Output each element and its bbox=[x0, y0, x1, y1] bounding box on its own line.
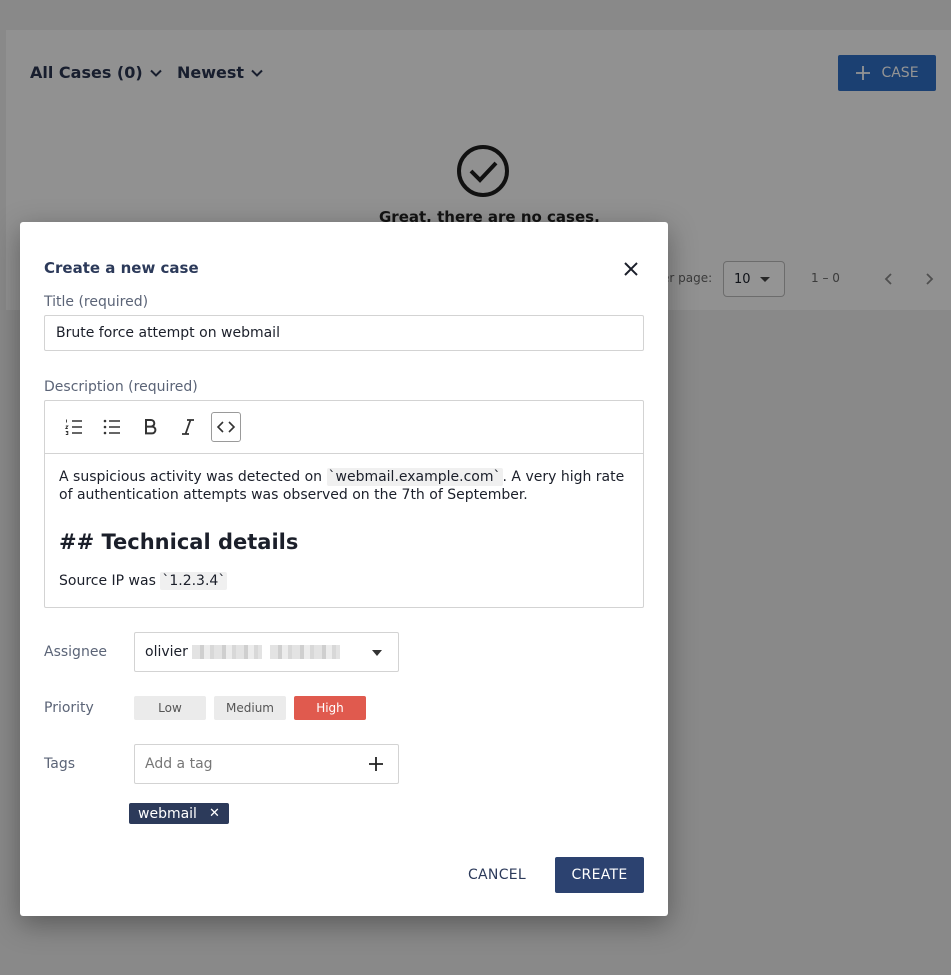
inline-code: `1.2.3.4` bbox=[160, 572, 228, 590]
description-content[interactable]: A suspicious activity was detected on `w… bbox=[45, 454, 643, 590]
italic-button[interactable] bbox=[173, 412, 203, 442]
priority-high-button[interactable]: High bbox=[294, 696, 366, 720]
bold-button[interactable] bbox=[135, 412, 165, 442]
assignee-select[interactable]: olivier bbox=[134, 632, 399, 672]
tag-input[interactable] bbox=[134, 744, 399, 784]
numbered-list-icon bbox=[64, 419, 82, 435]
description-editor[interactable]: A suspicious activity was detected on `w… bbox=[44, 400, 644, 608]
title-input[interactable] bbox=[44, 315, 644, 351]
description-paragraph: A suspicious activity was detected on `w… bbox=[59, 468, 625, 503]
code-icon bbox=[216, 421, 236, 433]
assignee-label: Assignee bbox=[44, 644, 108, 660]
tag-chip-label: webmail bbox=[138, 805, 197, 822]
title-label: Title (required) bbox=[44, 294, 149, 310]
remove-tag-icon[interactable]: ✕ bbox=[209, 806, 220, 821]
priority-label: Priority bbox=[44, 700, 94, 716]
description-paragraph: Source IP was `1.2.3.4` bbox=[59, 572, 228, 590]
editor-toolbar bbox=[45, 401, 643, 454]
assignee-value: olivier bbox=[145, 644, 188, 660]
inline-code: `webmail.example.com` bbox=[326, 468, 503, 486]
tags-label: Tags bbox=[44, 756, 75, 772]
create-button[interactable]: CREATE bbox=[555, 857, 644, 893]
plus-icon[interactable] bbox=[368, 756, 384, 772]
description-heading: ## Technical details bbox=[59, 530, 299, 554]
italic-icon bbox=[182, 419, 194, 435]
bulleted-list-button[interactable] bbox=[97, 412, 127, 442]
redacted-name bbox=[269, 645, 340, 659]
priority-medium-button[interactable]: Medium bbox=[214, 696, 286, 720]
cancel-button[interactable]: CANCEL bbox=[452, 857, 542, 893]
create-case-dialog: Create a new case Title (required) Descr… bbox=[20, 222, 668, 916]
description-label: Description (required) bbox=[44, 379, 198, 395]
bulleted-list-icon bbox=[103, 419, 120, 435]
tag-chip: webmail ✕ bbox=[129, 803, 229, 824]
redacted-name bbox=[191, 645, 262, 659]
bold-icon bbox=[145, 419, 157, 435]
numbered-list-button[interactable] bbox=[59, 412, 89, 442]
dialog-title: Create a new case bbox=[44, 259, 199, 277]
code-button[interactable] bbox=[211, 412, 241, 442]
priority-low-button[interactable]: Low bbox=[134, 696, 206, 720]
caret-down-icon bbox=[372, 650, 382, 656]
close-icon[interactable] bbox=[622, 260, 640, 278]
